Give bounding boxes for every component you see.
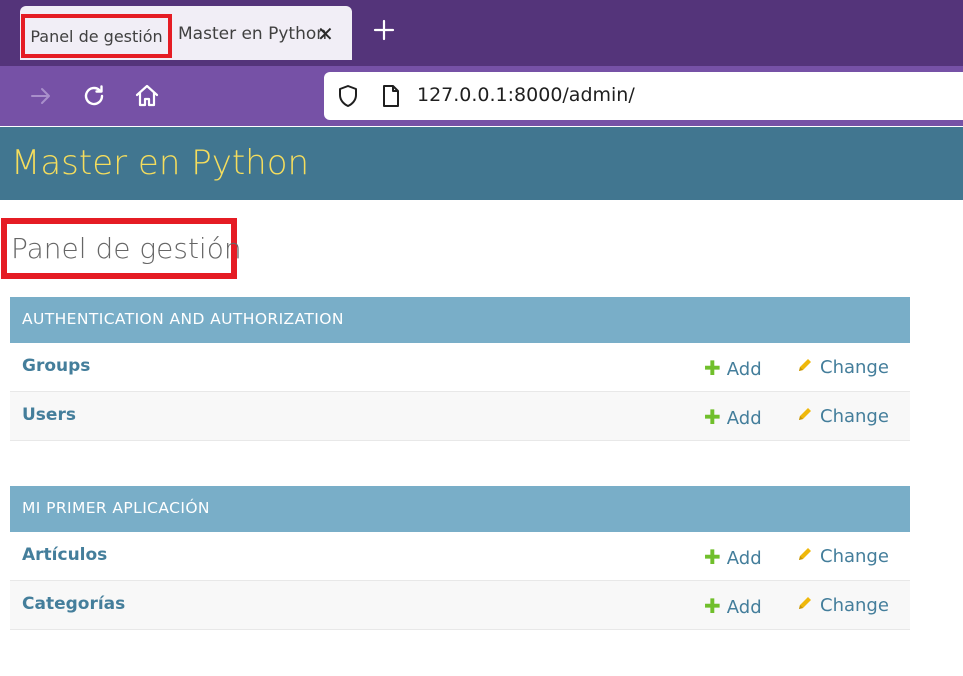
model-link-categorias[interactable]: Categorías (22, 594, 125, 614)
model-row-groups: Groups ✚ Add Change (10, 343, 910, 392)
browser-tab[interactable]: Panel de gestión Master en Python ✕ (20, 6, 352, 60)
reload-icon[interactable] (81, 83, 107, 109)
plus-icon[interactable] (372, 18, 396, 42)
url-bar[interactable]: 127.0.0.1:8000/admin/ (324, 72, 963, 120)
add-link-categorias[interactable]: ✚ Add (704, 594, 762, 618)
admin-header: Master en Python (0, 127, 963, 200)
model-row-categorias: Categorías ✚ Add Change (10, 581, 910, 630)
pencil-icon (796, 545, 814, 568)
add-link-groups[interactable]: ✚ Add (704, 356, 762, 380)
app-module-mi-primer-aplicacion: MI PRIMER APLICACIÓN Artículos ✚ Add Chan… (10, 486, 910, 630)
model-row-users: Users ✚ Add Change (10, 392, 910, 441)
model-link-groups[interactable]: Groups (22, 356, 90, 376)
model-link-articulos[interactable]: Artículos (22, 545, 107, 565)
change-label: Change (820, 595, 889, 616)
app-module-auth: AUTHENTICATION AND AUTHORIZATION Groups … (10, 297, 910, 441)
add-icon: ✚ (704, 405, 721, 429)
add-icon: ✚ (704, 594, 721, 618)
model-link-users[interactable]: Users (22, 405, 76, 425)
add-icon: ✚ (704, 356, 721, 380)
add-label: Add (726, 597, 762, 618)
browser-tab-bar: Panel de gestión Master en Python ✕ (0, 0, 963, 66)
active-tab-title: Panel de gestión (30, 26, 163, 46)
add-label: Add (726, 548, 762, 569)
tab-title: Master en Python (178, 24, 328, 44)
browser-nav-bar: 127.0.0.1:8000/admin/ (0, 66, 963, 126)
tab-title-highlight: Panel de gestión (21, 14, 172, 58)
url-text[interactable]: 127.0.0.1:8000/admin/ (417, 84, 635, 106)
add-label: Add (726, 408, 762, 429)
change-link-groups[interactable]: Change (796, 356, 889, 379)
change-link-articulos[interactable]: Change (796, 545, 889, 568)
add-link-articulos[interactable]: ✚ Add (704, 545, 762, 569)
change-label: Change (820, 406, 889, 427)
page-title-highlight: Panel de gestión (1, 218, 242, 279)
home-icon[interactable] (134, 83, 160, 109)
module-caption[interactable]: AUTHENTICATION AND AUTHORIZATION (10, 297, 910, 343)
add-icon: ✚ (704, 545, 721, 569)
model-row-articulos: Artículos ✚ Add Change (10, 532, 910, 581)
change-label: Change (820, 357, 889, 378)
change-link-categorias[interactable]: Change (796, 594, 889, 617)
change-link-users[interactable]: Change (796, 405, 889, 428)
add-link-users[interactable]: ✚ Add (704, 405, 762, 429)
forward-arrow-icon[interactable] (28, 83, 54, 109)
change-label: Change (820, 546, 889, 567)
add-label: Add (726, 359, 762, 380)
shield-icon[interactable] (336, 84, 360, 112)
page-title: Panel de gestión (11, 232, 242, 265)
page-icon[interactable] (380, 84, 402, 112)
site-branding[interactable]: Master en Python (11, 143, 309, 183)
pencil-icon (796, 405, 814, 428)
close-icon[interactable]: ✕ (317, 22, 334, 46)
pencil-icon (796, 594, 814, 617)
module-caption[interactable]: MI PRIMER APLICACIÓN (10, 486, 910, 532)
pencil-icon (796, 356, 814, 379)
